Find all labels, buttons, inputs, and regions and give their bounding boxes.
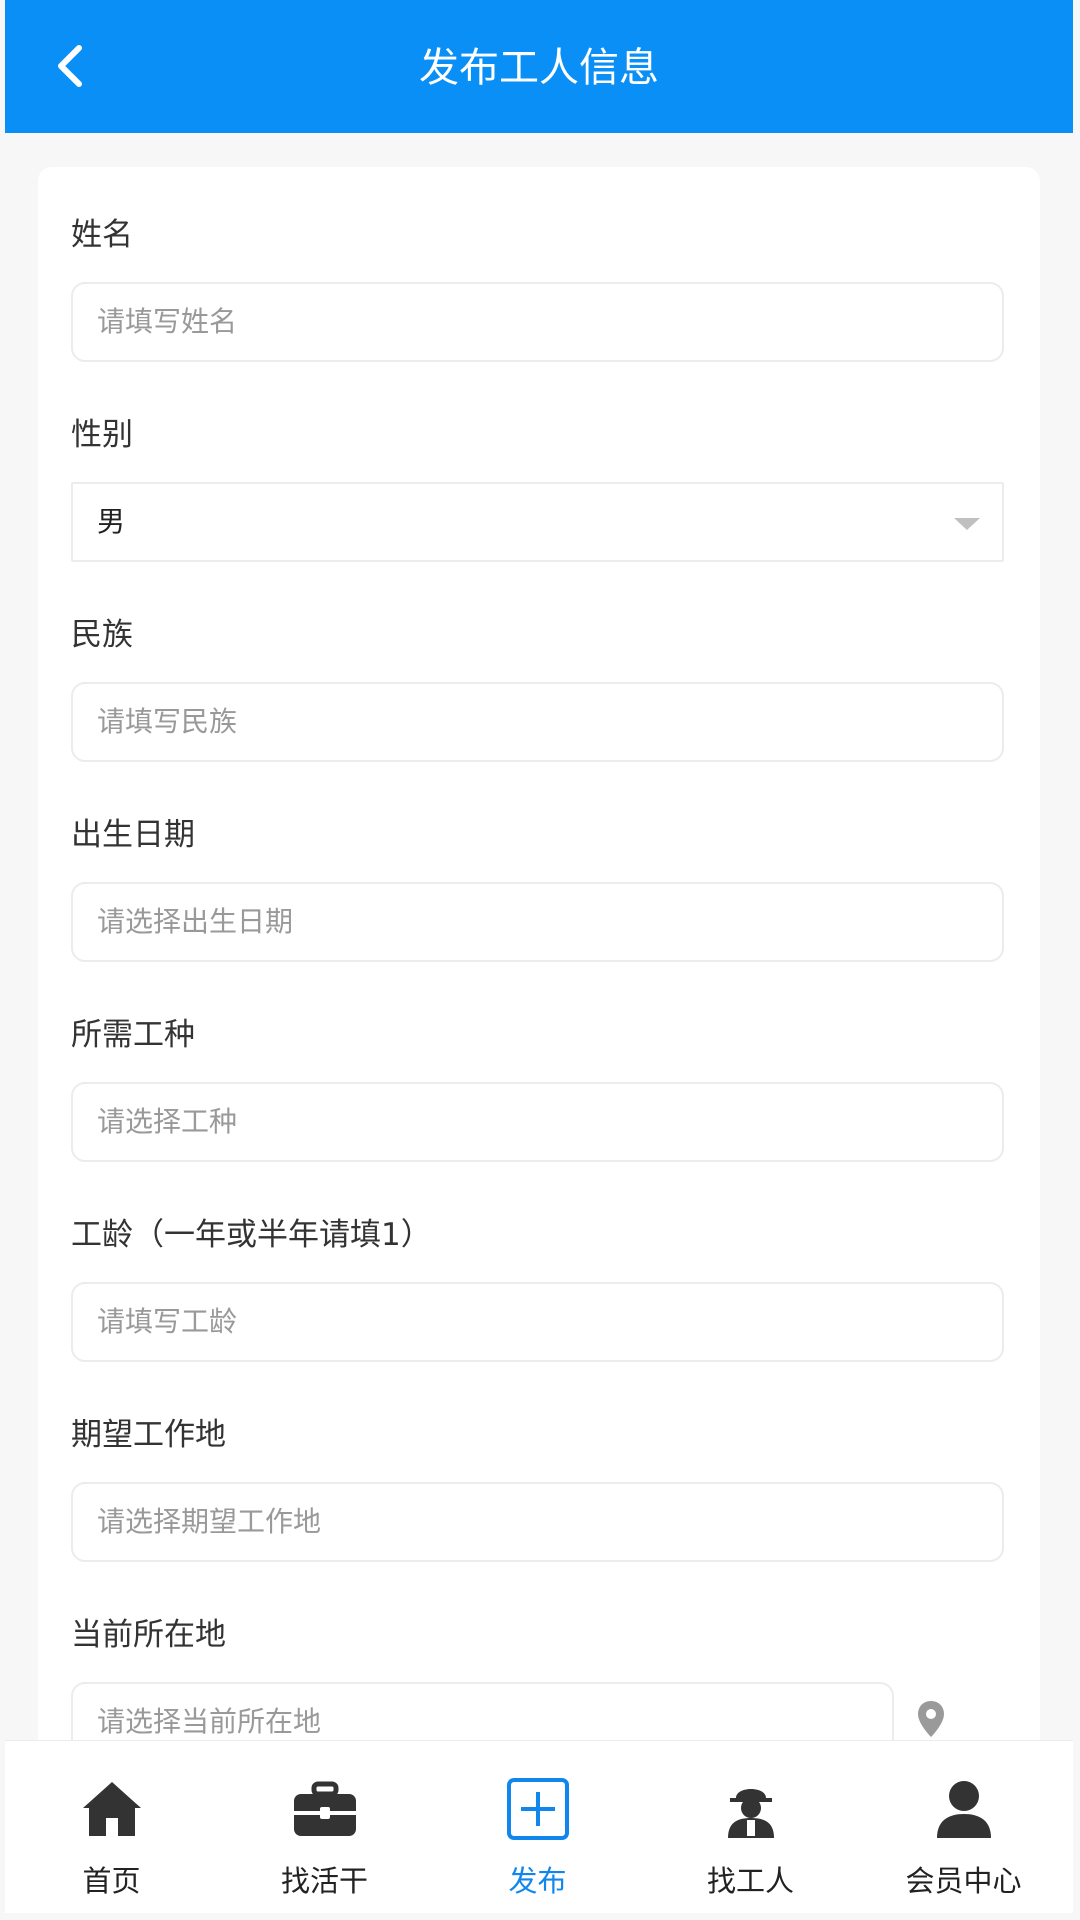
ethnicity-label: 民族 [71,617,133,653]
tab-find-work[interactable]: 找活干 [218,1741,431,1913]
tab-member-center[interactable]: 会员中心 [857,1741,1070,1913]
tab-find-workers[interactable]: 找工人 [644,1741,857,1913]
tab-find-work-label: 找活干 [280,1864,368,1898]
ethnicity-input[interactable]: 请填写民族 [71,682,1004,762]
tab-member-center-label: 会员中心 [905,1864,1022,1898]
gender-value: 男 [97,505,126,538]
trade-picker[interactable]: 请选择工种 [71,1082,1004,1162]
current-location-label: 当前所在地 [71,1617,226,1653]
app-header: 发布工人信息 [5,0,1073,133]
birthdate-label: 出生日期 [71,817,195,853]
tab-publish-label: 发布 [508,1864,567,1898]
page-title: 发布工人信息 [419,45,659,91]
name-input[interactable]: 请填写姓名 [71,282,1004,362]
tab-find-workers-label: 找工人 [706,1864,794,1898]
tab-home-label: 首页 [82,1864,141,1898]
experience-label: 工龄（一年或半年请填1） [71,1217,432,1253]
tab-home[interactable]: 首页 [5,1741,218,1913]
gender-select[interactable]: 男 [71,482,1004,562]
form-card: 姓名 请填写姓名 性别 男 民族 请填写民族 出生日期 请选择出生日期 所需工种… [38,167,1040,1767]
experience-input[interactable]: 请填写工龄 [71,1282,1004,1362]
bottom-tab-bar: 首页 找活干 发布 找工人 会员中心 [5,1740,1073,1913]
tab-publish[interactable]: 发布 [431,1741,644,1913]
birthdate-picker[interactable]: 请选择出生日期 [71,882,1004,962]
user-icon [936,1781,991,1838]
desired-location-picker[interactable]: 请选择期望工作地 [71,1482,1004,1562]
toolbox-icon [293,1781,356,1836]
desired-location-label: 期望工作地 [71,1417,226,1453]
map-pin-icon[interactable] [916,1699,946,1739]
home-icon [82,1782,141,1836]
worker-icon [727,1789,774,1838]
trade-label: 所需工种 [71,1017,195,1053]
name-label: 姓名 [71,217,133,253]
gender-label: 性别 [71,417,133,453]
chevron-down-icon [954,518,980,530]
plus-square-icon [506,1778,569,1840]
